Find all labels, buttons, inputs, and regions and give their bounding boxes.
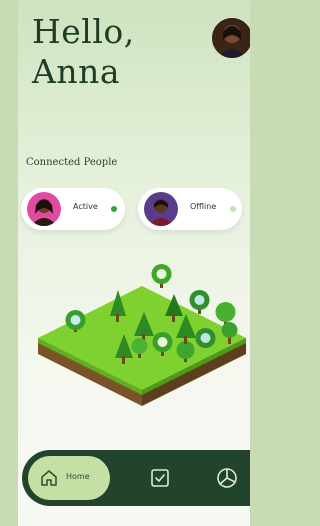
greeting-name: Anna [32,52,121,91]
greeting-heading: Hello, Anna [32,12,135,92]
home-screen: Hello, Anna Connected People Active Offl… [18,0,250,526]
person-avatar [27,192,61,226]
nav-home-button[interactable]: Home [28,456,110,500]
person-avatar [144,192,178,226]
checkbox-icon[interactable] [150,468,170,488]
home-icon [41,470,57,486]
person-card-active[interactable]: Active [21,188,125,230]
online-status-dot [111,206,117,212]
person-status-label: Offline [190,202,217,211]
connected-people-title: Connected People [26,157,118,168]
person-status-label: Active [73,202,98,211]
forest-illustration [38,264,246,406]
pie-chart-icon[interactable] [216,467,238,489]
profile-avatar[interactable] [212,18,250,58]
greeting-hello: Hello, [32,12,135,51]
bottom-navigation: Home [22,450,250,506]
offline-status-dot [230,206,236,212]
profile-avatar-image [212,18,250,58]
person-card-offline[interactable]: Offline [138,188,242,230]
nav-home-label: Home [66,472,90,481]
